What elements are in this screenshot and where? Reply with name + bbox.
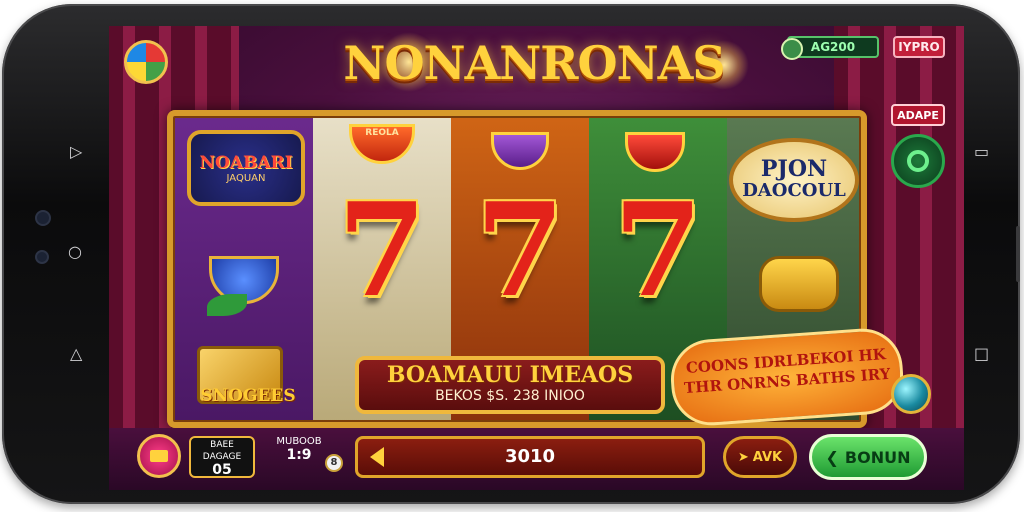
auto-button[interactable]: ➤ AVK [723, 436, 797, 478]
bet-value: 05 [212, 462, 232, 478]
gem-icon [891, 374, 931, 414]
share-button[interactable] [891, 134, 945, 188]
bonus-banner-subtitle: BEKOS $S. 238 INIOO [435, 388, 585, 404]
game-title: NONANRONAS [343, 36, 725, 90]
overview-icon-2[interactable]: □ [974, 346, 989, 362]
sensor-icon [35, 250, 49, 264]
promo-bubble[interactable]: COONS IDRLBEKOI HK THR ONRNS BATHS IRY [668, 326, 906, 428]
camera-icon [35, 210, 51, 226]
overview-icon[interactable]: ▭ [974, 144, 989, 160]
win-value: 3010 [504, 446, 556, 467]
menu-icon [150, 450, 168, 462]
game-screen: NONANRONAS AG200 IYPRO ADAPE REOLA 7 7 7 [109, 26, 964, 490]
coin-icon [781, 38, 803, 60]
gold-barrel-symbol [759, 256, 839, 312]
info-icon[interactable]: 8 [325, 454, 343, 472]
left-emblem-subtitle: JAQUAN [226, 172, 266, 184]
right-emblem-line2: DAOCOUL [742, 180, 846, 201]
lines-box[interactable]: MUBOOB 1:9 [269, 436, 329, 478]
bet-sublabel: DAGAGE [202, 452, 242, 462]
lines-value: 1:9 [286, 447, 312, 463]
side-badge[interactable]: ADAPE [891, 104, 945, 126]
share-icon [907, 150, 929, 172]
bet-label: BAEE [210, 440, 234, 450]
menu-button[interactable] [137, 434, 181, 478]
fortune-wheel-icon[interactable] [124, 40, 168, 84]
lines-label: MUBOOB [276, 436, 322, 447]
bonus-banner: BOAMAUU IMEAOS BEKOS $S. 238 INIOO [355, 356, 665, 414]
right-emblem-line1: PJON [760, 156, 828, 182]
bottom-symbol-label: SNOGEES [200, 386, 296, 406]
volume-key[interactable] [1016, 226, 1020, 282]
level-badge[interactable]: IYPRO [893, 36, 945, 58]
spin-button[interactable]: ❮ BONUN [809, 434, 927, 480]
coins-value: AG200 [810, 40, 856, 54]
auto-label: AVK [752, 449, 783, 465]
win-bar: 3010 [355, 436, 705, 478]
chevron-left-icon: ❮ [825, 447, 839, 467]
bonus-banner-title: BOAMAUU IMEAOS [386, 362, 634, 388]
coins-badge[interactable]: AG200 [781, 36, 879, 60]
phone-frame: ▷ ○ △ ▭ □ NONANRONAS AG200 IYPRO ADAPE R… [2, 4, 1020, 504]
auto-arrow-icon: ➤ [737, 449, 749, 465]
left-emblem-title: NOABARI [199, 152, 293, 173]
spin-label: BONUN [844, 447, 911, 467]
back-icon[interactable]: ▷ [70, 144, 82, 160]
left-emblem-symbol: NOABARI JAQUAN [187, 130, 305, 206]
home-icon[interactable]: ○ [68, 244, 82, 260]
bet-box[interactable]: BAEE DAGAGE 05 [189, 436, 255, 478]
recents-icon[interactable]: △ [70, 346, 82, 362]
right-emblem-symbol: PJON DAOCOUL [729, 138, 859, 222]
